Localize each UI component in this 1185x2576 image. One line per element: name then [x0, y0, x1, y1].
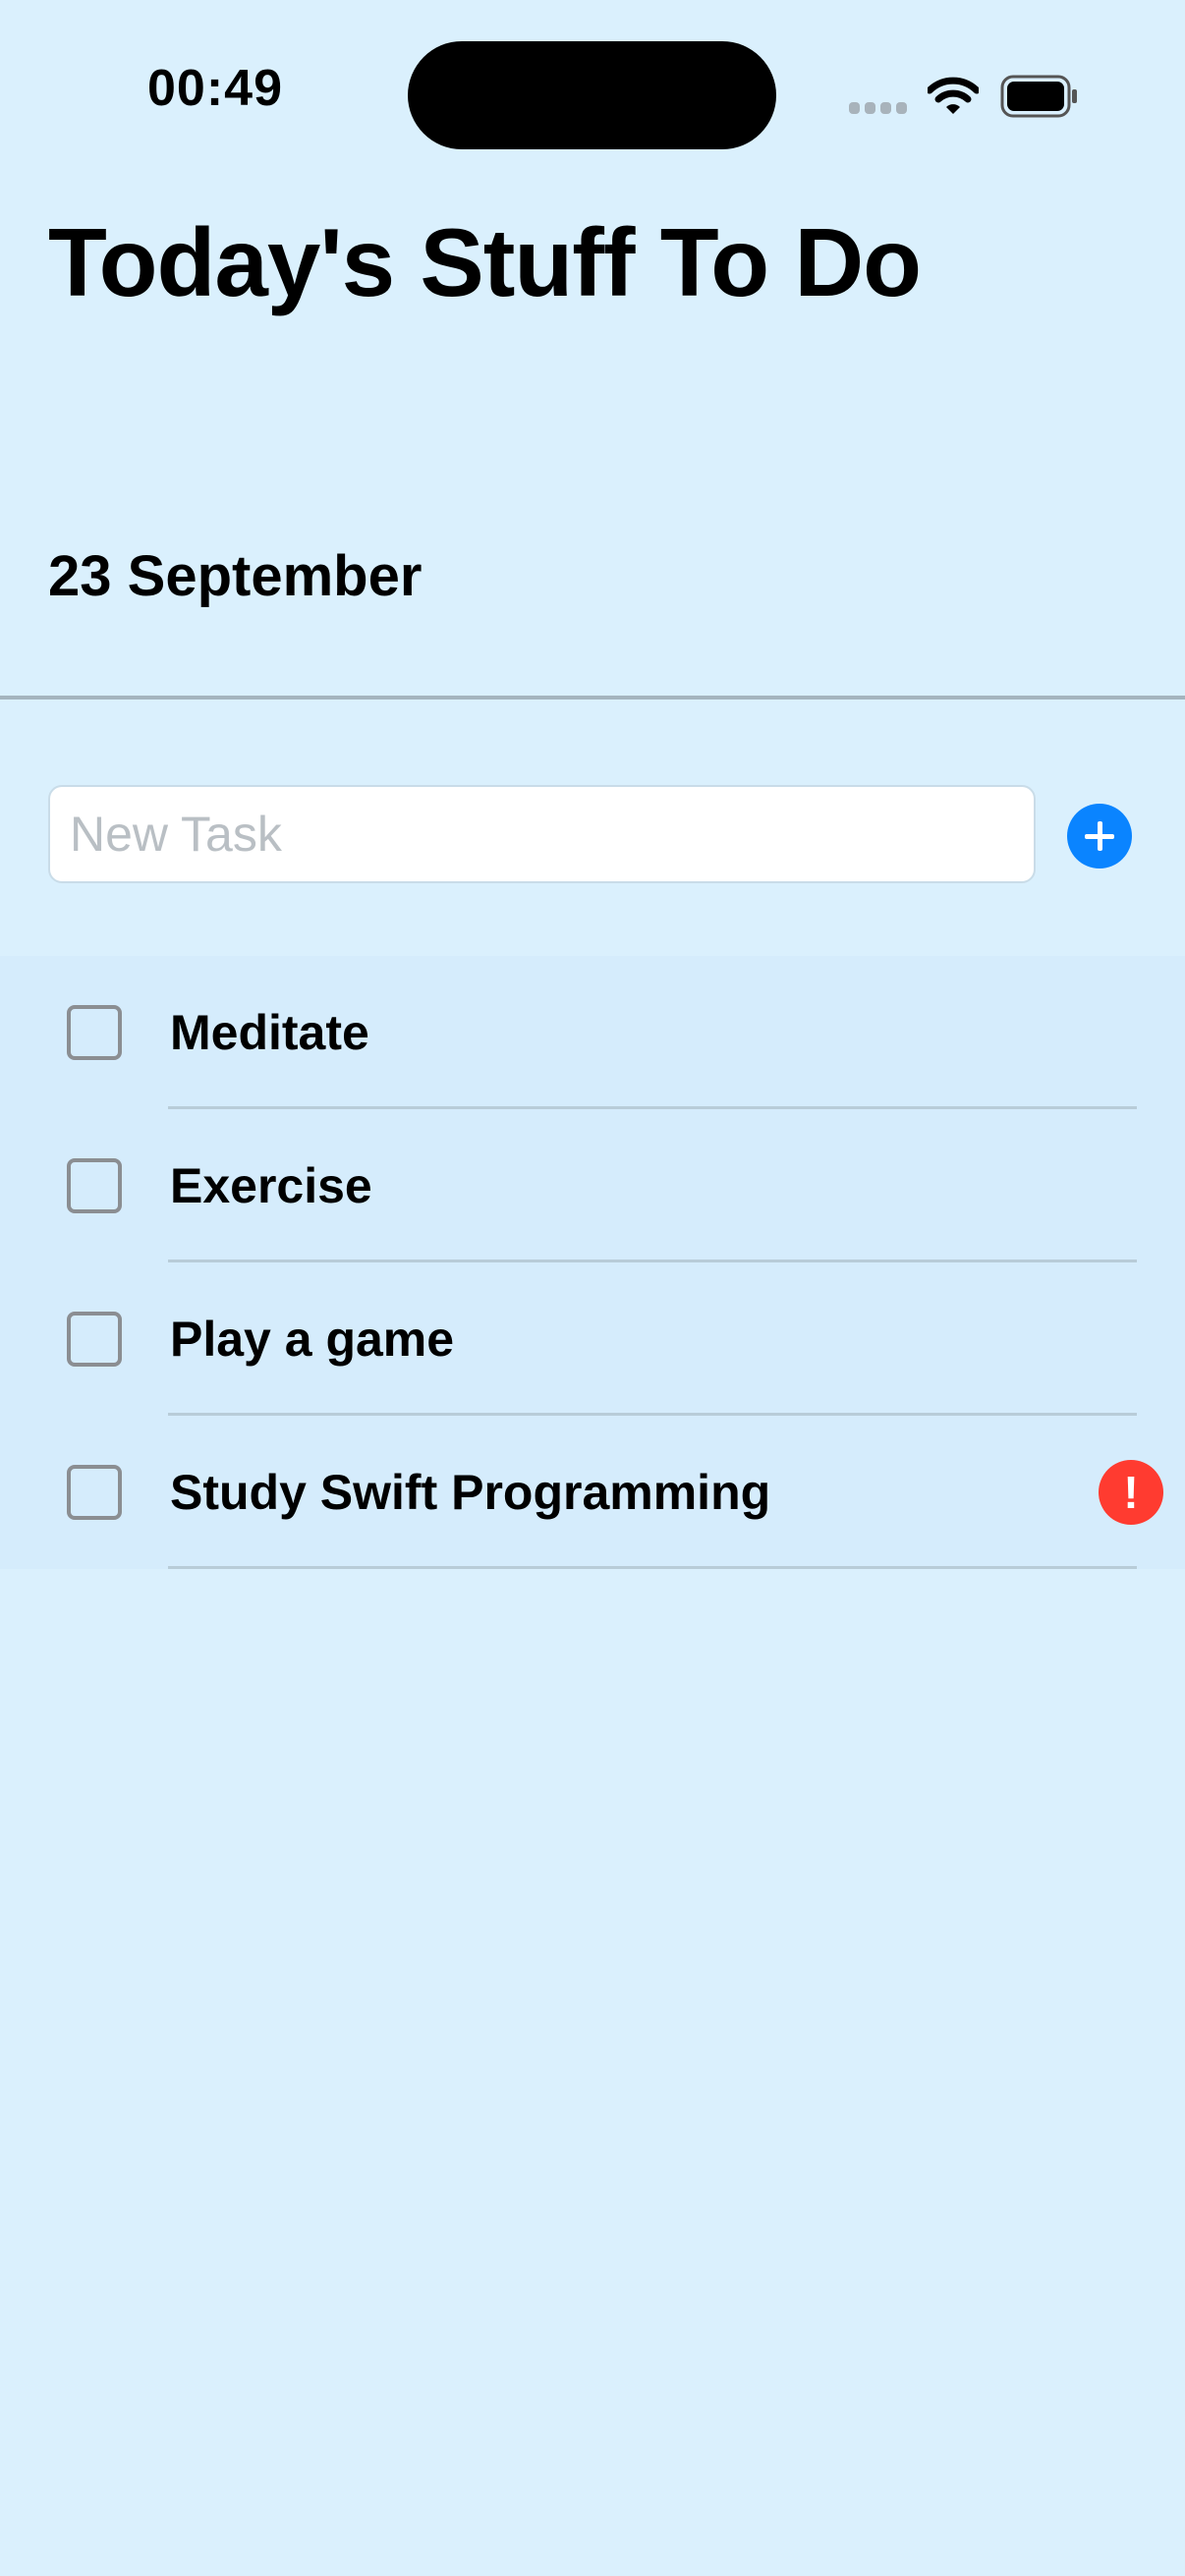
task-row: Play a game — [0, 1262, 1185, 1416]
priority-icon: ! — [1099, 1460, 1163, 1525]
task-label: Study Swift Programming — [170, 1465, 771, 1520]
wifi-icon — [926, 77, 981, 116]
task-list: Meditate Exercise Play a game Study Swif… — [0, 956, 1185, 1569]
row-divider — [168, 1566, 1137, 1569]
task-checkbox[interactable] — [67, 1465, 122, 1520]
add-task-button[interactable] — [1067, 804, 1132, 868]
status-time: 00:49 — [147, 60, 283, 117]
task-label: Exercise — [170, 1158, 372, 1213]
task-row: Study Swift Programming ! — [0, 1416, 1185, 1569]
task-row: Exercise — [0, 1109, 1185, 1262]
task-row: Meditate — [0, 956, 1185, 1109]
task-label: Play a game — [170, 1312, 455, 1367]
battery-icon — [1000, 75, 1079, 118]
task-label: Meditate — [170, 1005, 369, 1060]
task-checkbox[interactable] — [67, 1158, 122, 1213]
task-checkbox[interactable] — [67, 1005, 122, 1060]
header-divider — [0, 696, 1185, 700]
status-bar: 00:49 — [0, 0, 1185, 149]
plus-icon — [1085, 821, 1114, 851]
new-task-input[interactable] — [48, 785, 1036, 883]
dynamic-island — [408, 41, 776, 149]
task-checkbox[interactable] — [67, 1312, 122, 1367]
page-title: Today's Stuff To Do — [48, 208, 922, 316]
page-date: 23 September — [48, 544, 423, 608]
signal-icon — [849, 102, 908, 116]
